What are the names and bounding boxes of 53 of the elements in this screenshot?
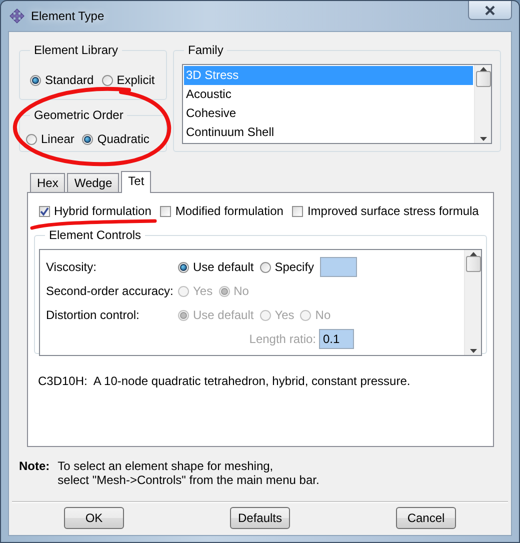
- checkmark-icon: [40, 206, 49, 216]
- radio-button[interactable]: [178, 262, 189, 272]
- group-title: Element Controls: [48, 228, 142, 242]
- radio-label[interactable]: Quadratic: [97, 132, 150, 146]
- radio-button[interactable]: [30, 74, 41, 86]
- radio-label[interactable]: Explicit: [116, 73, 155, 87]
- input-field[interactable]: [320, 257, 358, 277]
- close-icon: [484, 4, 496, 16]
- dialog-button[interactable]: Cancel: [396, 507, 456, 529]
- radio-button[interactable]: [26, 134, 37, 144]
- window-title: Element Type: [31, 9, 104, 23]
- field-label: Length ratio:: [249, 332, 316, 346]
- close-button[interactable]: [468, 1, 512, 20]
- arrow-down-icon[interactable]: [480, 137, 486, 141]
- group-title: Geometric Order: [33, 108, 124, 122]
- group-title: Element Library: [33, 43, 120, 57]
- list-item[interactable]: Cohesive: [184, 104, 473, 123]
- tab[interactable]: Hex: [30, 173, 66, 192]
- scrollbar[interactable]: [474, 65, 491, 143]
- app-icon: [9, 8, 25, 24]
- note-label: Note:: [19, 459, 50, 475]
- radio-label[interactable]: Use default: [193, 260, 254, 274]
- scrollbar-thumb[interactable]: [466, 256, 480, 272]
- family-list[interactable]: 3D Stress Acoustic Cohesive Continuum Shell: [182, 64, 492, 144]
- tab[interactable]: Wedge: [67, 173, 120, 192]
- tab[interactable]: Tet: [121, 171, 152, 193]
- checkbox[interactable]: [160, 206, 172, 216]
- arrow-up-icon[interactable]: [480, 67, 486, 71]
- note-text: To select an element shape for meshing, select "Mesh->Controls" from the main menu bar.: [58, 459, 320, 487]
- checkbox[interactable]: [39, 206, 50, 216]
- radio-button[interactable]: [82, 134, 94, 144]
- checkbox-label[interactable]: Hybrid formulation: [54, 204, 152, 218]
- group-title: Family: [187, 43, 224, 57]
- radio-label[interactable]: Linear: [41, 132, 74, 146]
- radio-button[interactable]: [102, 74, 113, 86]
- radio-button[interactable]: [260, 262, 271, 272]
- list-item[interactable]: Continuum Shell: [184, 123, 473, 142]
- field-label: Distortion control:: [46, 308, 140, 322]
- checkbox[interactable]: [292, 206, 304, 216]
- field-label: Second-order accuracy:: [46, 284, 174, 298]
- scrollbar-thumb[interactable]: [476, 71, 490, 87]
- checkbox-label[interactable]: Improved surface stress formula: [307, 204, 479, 218]
- checkbox-label[interactable]: Modified formulation: [175, 204, 284, 218]
- scrollbar[interactable]: [464, 250, 481, 355]
- radio-label[interactable]: Standard: [45, 73, 94, 87]
- dialog-button[interactable]: Defaults: [230, 507, 290, 529]
- arrow-up-icon[interactable]: [470, 252, 476, 256]
- list-item[interactable]: Acoustic: [184, 85, 473, 104]
- dialog-button[interactable]: OK: [64, 507, 124, 529]
- radio-label[interactable]: Specify: [274, 260, 314, 274]
- field-label: Viscosity:: [46, 260, 98, 274]
- element-description: C3D10H: A 10-node quadratic tetrahedron, hybrid, constant pressure.: [38, 374, 412, 388]
- arrow-down-icon[interactable]: [470, 349, 476, 353]
